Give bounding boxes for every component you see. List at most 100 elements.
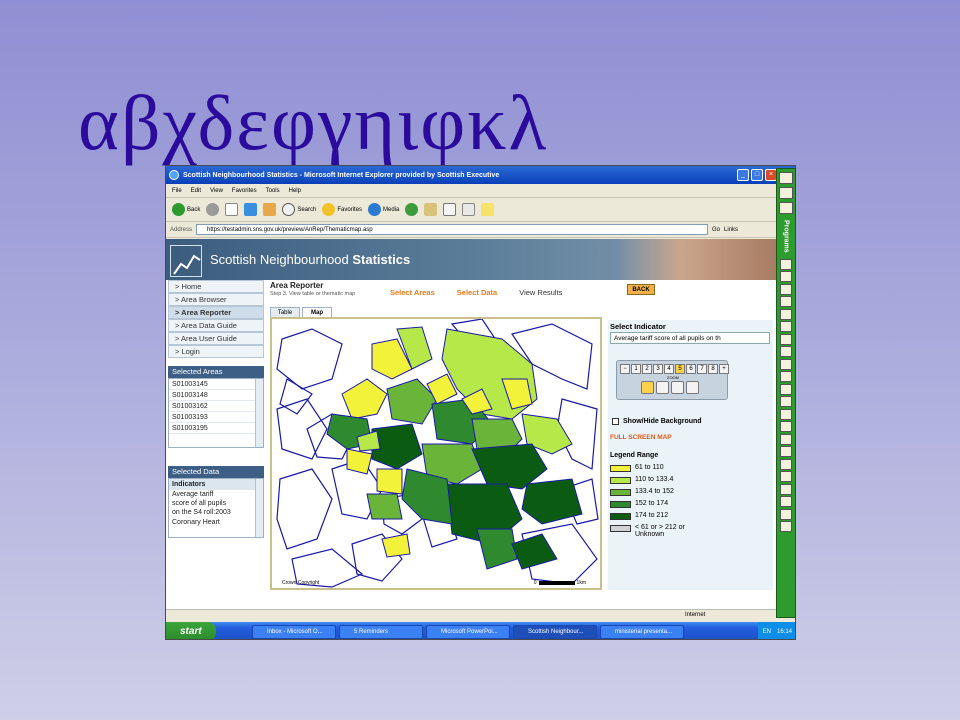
tab-map[interactable]: Map [302, 307, 332, 317]
zoom-in-button[interactable]: + [719, 364, 729, 374]
settings-icon[interactable] [780, 508, 792, 520]
folder-icon[interactable] [779, 172, 793, 184]
task-inbox[interactable]: Inbox - Microsoft O... [252, 624, 336, 639]
zoom-level-8[interactable]: 8 [708, 364, 718, 374]
zoom-level-1[interactable]: 1 [631, 364, 641, 374]
list-item[interactable]: S01003162 [169, 401, 263, 412]
printer-icon[interactable] [780, 433, 792, 445]
data-line-2[interactable]: score of all pupils [169, 499, 263, 508]
nav-area-browser[interactable]: > Area Browser [168, 293, 264, 306]
calculator-icon[interactable] [780, 396, 792, 408]
powerpoint-icon[interactable] [780, 283, 792, 295]
crumb-select-areas[interactable]: Select Areas [390, 288, 435, 297]
nav-area-reporter[interactable]: > Area Reporter [168, 306, 264, 319]
help-icon[interactable] [780, 521, 792, 533]
excel-icon[interactable] [780, 271, 792, 283]
home-icon[interactable] [263, 203, 277, 216]
zoom-out-button[interactable]: − [620, 364, 630, 374]
forward-arrow-icon[interactable] [206, 203, 220, 216]
journal-icon[interactable] [780, 371, 792, 383]
zoom-level-6[interactable]: 6 [686, 364, 696, 374]
history-icon[interactable] [405, 203, 419, 216]
programs-label[interactable]: Programs [783, 220, 790, 253]
indicator-select[interactable]: Average tariff score of all pupils on th [610, 332, 770, 344]
tasks-icon[interactable] [780, 358, 792, 370]
magnifier-icon[interactable] [641, 381, 654, 394]
legend: 61 to 110 110 to 133.4 133.4 to 152 152 … [610, 464, 685, 546]
menu-view[interactable]: View [210, 188, 223, 194]
mail-icon[interactable] [424, 203, 438, 216]
list-item[interactable]: S01003193 [169, 412, 263, 423]
data-scrollbar[interactable] [255, 479, 263, 537]
areas-scrollbar[interactable] [255, 379, 263, 447]
menu-edit[interactable]: Edit [191, 188, 201, 194]
contacts-icon[interactable] [780, 333, 792, 345]
zoom-level-7[interactable]: 7 [697, 364, 707, 374]
back-page-button[interactable]: BACK [627, 284, 655, 295]
print-map-icon[interactable] [671, 381, 684, 394]
nav-area-user-guide[interactable]: > Area User Guide [168, 332, 264, 345]
messenger-icon[interactable] [481, 203, 495, 216]
data-line-3[interactable]: on the S4 roll:2003 [169, 508, 263, 518]
clipboard-icon[interactable] [780, 421, 792, 433]
document-icon[interactable] [779, 202, 793, 214]
notes-icon[interactable] [780, 346, 792, 358]
refresh-icon[interactable] [244, 203, 258, 216]
calendar-icon[interactable] [780, 321, 792, 333]
favorites-button[interactable]: Favorites [322, 203, 362, 216]
full-screen-map-link[interactable]: FULL SCREEN MAP [610, 434, 672, 441]
crumb-select-data[interactable]: Select Data [457, 288, 497, 297]
access-icon[interactable] [780, 296, 792, 308]
maximize-button[interactable]: □ [751, 169, 763, 181]
book-icon[interactable] [780, 446, 792, 458]
links-label[interactable]: Links [724, 227, 738, 233]
nav-home[interactable]: > Home [168, 280, 264, 293]
nav-area-data-guide[interactable]: > Area Data Guide [168, 319, 264, 332]
go-button[interactable]: Go [712, 227, 720, 233]
menu-file[interactable]: File [172, 188, 182, 194]
address-input[interactable]: https://testadmin.sns.gov.uk/preview/AnR… [196, 224, 709, 235]
mail-icon[interactable] [780, 458, 792, 470]
minimize-button[interactable]: _ [737, 169, 749, 181]
data-line-4[interactable]: Coronary Heart [169, 518, 263, 527]
paint-icon[interactable] [780, 408, 792, 420]
star-icon[interactable] [779, 187, 793, 199]
info-icon[interactable] [656, 381, 669, 394]
start-button[interactable]: start [166, 622, 216, 639]
list-item[interactable]: S01003148 [169, 390, 263, 401]
list-item[interactable]: S01003195 [169, 423, 263, 434]
chart-icon[interactable] [780, 496, 792, 508]
edit-icon[interactable] [462, 203, 476, 216]
menu-tools[interactable]: Tools [266, 188, 280, 194]
zoom-level-2[interactable]: 2 [642, 364, 652, 374]
legend-swatch [610, 525, 631, 532]
menu-help[interactable]: Help [289, 188, 301, 194]
search-button[interactable]: Search [282, 203, 316, 216]
thematic-map[interactable]: Crown Copyright 0 1km [270, 317, 602, 590]
stop-icon[interactable] [225, 203, 239, 216]
zoom-level-3[interactable]: 3 [653, 364, 663, 374]
globe-icon[interactable] [780, 471, 792, 483]
outlook-icon[interactable] [780, 308, 792, 320]
nav-login[interactable]: > Login [168, 345, 264, 358]
task-browser[interactable]: Scottish Neighbour... [513, 624, 597, 639]
explorer-icon[interactable] [780, 383, 792, 395]
task-reminders[interactable]: 5 Reminders [339, 624, 423, 639]
media-button[interactable]: Media [368, 203, 399, 216]
back-button[interactable]: Back [172, 203, 200, 216]
data-line-1[interactable]: Average tariff [169, 490, 263, 499]
list-item[interactable]: S01003145 [169, 379, 263, 390]
disk-icon[interactable] [780, 483, 792, 495]
menu-favorites[interactable]: Favorites [232, 188, 257, 194]
task-powerpoint[interactable]: Microsoft PowerPoi... [426, 624, 510, 639]
zoom-level-4[interactable]: 4 [664, 364, 674, 374]
word-icon[interactable] [780, 258, 792, 270]
background-checkbox[interactable] [612, 418, 619, 425]
zoom-level-5[interactable]: 5 [675, 364, 685, 374]
background-toggle[interactable]: Show/Hide Background [612, 418, 702, 425]
tab-table[interactable]: Table [270, 307, 300, 317]
task-word[interactable]: ministerial presenta... [600, 624, 684, 639]
pan-icon[interactable] [686, 381, 699, 394]
language-indicator[interactable]: EN [763, 629, 771, 635]
print-icon[interactable] [443, 203, 457, 216]
